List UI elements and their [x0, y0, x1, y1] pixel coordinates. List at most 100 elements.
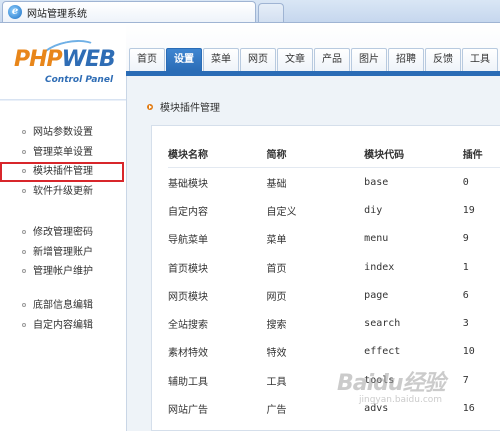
circle-bullet-icon [22, 322, 26, 327]
sidebar-group: 网站参数设置 管理菜单设置 模块插件管理 软件升级更新 [0, 123, 126, 201]
table-cell: 全站搜索 [168, 320, 208, 332]
table-cell: 16 [462, 403, 475, 415]
logo-subtitle: Control Panel [45, 75, 114, 85]
table-cell: search [364, 318, 401, 330]
table-cell: 导航菜单 [168, 235, 208, 247]
nav-tabs: 首页 设置 菜单 网页 文章 产品 图片 招聘 反馈 工具 [129, 48, 499, 71]
sidebar-item-label: 管理帐户维护 [33, 266, 93, 277]
sidebar-divider [0, 99, 126, 101]
table-header-row: 模块名称 简称 模块代码 插件 [168, 140, 500, 168]
browser-tab-strip: e 网站管理系统 [0, 0, 500, 23]
nav-tab[interactable]: 招聘 [388, 48, 424, 71]
table-cell: 网站广告 [168, 405, 208, 417]
circle-bullet-icon [22, 169, 26, 173]
sidebar-group: 底部信息编辑自定内容编辑 [0, 296, 126, 335]
sidebar-item-label: 网站参数设置 [33, 127, 93, 138]
table-cell: tools [364, 374, 395, 386]
column-header: 模块名称 [168, 140, 267, 168]
circle-bullet-icon [22, 188, 26, 193]
table-cell: 搜索 [266, 320, 287, 332]
table-cell: 自定内容 [168, 206, 208, 218]
table-cell: index [364, 261, 395, 273]
sidebar-item-label: 新增管理账户 [33, 246, 93, 258]
table-cell: base [364, 176, 389, 188]
table-cell: 工具 [266, 376, 287, 388]
sidebar-item[interactable]: 修改管理密码 [0, 223, 126, 243]
arrow-bullet-icon [147, 104, 153, 110]
column-header: 简称 [266, 140, 365, 168]
table-cell: 0 [462, 176, 469, 188]
table-row: 自定内容 自定义 diy 19 [168, 196, 500, 224]
nav-tab[interactable]: 网页 [240, 48, 276, 71]
nav-tab[interactable]: 图片 [351, 48, 387, 71]
sidebar-item-label: 底部信息编辑 [33, 300, 93, 311]
sidebar-item[interactable]: 自定内容编辑 [0, 316, 126, 336]
sidebar-item[interactable]: 模块插件管理 [0, 162, 124, 182]
table-cell: 10 [462, 346, 475, 358]
table-row: 全站搜索 搜索 search 3 [168, 309, 500, 337]
table-cell: 首页模块 [168, 263, 208, 275]
sidebar-item-label: 软件升级更新 [33, 185, 93, 197]
table-cell: 首页 [266, 263, 287, 275]
table-cell: 1 [462, 261, 469, 273]
table-cell: advs [364, 403, 389, 415]
nav-tab[interactable]: 产品 [314, 48, 350, 71]
section-heading: 模块插件管理 [147, 99, 220, 114]
table-cell: 3 [462, 318, 469, 330]
sidebar-group: 修改管理密码 新增管理账户 管理帐户维护 [0, 223, 126, 282]
circle-bullet-icon [22, 149, 26, 154]
column-header: 插件 [462, 140, 500, 168]
table-row: 基础模块 基础 base 0 [168, 168, 500, 197]
table-row: 网站广告 广告 advs 16 [168, 394, 500, 422]
browser-tab-title: 网站管理系统 [27, 8, 87, 20]
sidebar-item[interactable]: 底部信息编辑 [0, 296, 126, 316]
sidebar-item-label: 模块插件管理 [33, 166, 93, 177]
nav-tab[interactable]: 文章 [277, 48, 313, 71]
table-cell: 素材特效 [168, 348, 208, 360]
table-cell: 辅助工具 [168, 376, 208, 388]
nav-tab[interactable]: 工具 [462, 48, 498, 71]
circle-bullet-icon [22, 230, 26, 234]
sidebar-item-label: 修改管理密码 [33, 227, 93, 238]
nav-tab[interactable]: 反馈 [425, 48, 461, 71]
nav-tab[interactable]: 菜单 [203, 48, 239, 71]
sidebar-item[interactable]: 管理菜单设置 [0, 143, 126, 163]
circle-bullet-icon [22, 249, 26, 254]
top-nav: 首页 设置 菜单 网页 文章 产品 图片 招聘 反馈 工具 [126, 23, 500, 71]
sidebar-item[interactable]: 管理帐户维护 [0, 262, 126, 282]
table-cell: 网页模块 [168, 291, 208, 303]
table-cell: page [364, 289, 389, 301]
table-cell: 6 [462, 289, 469, 301]
table-cell: 基础模块 [168, 178, 208, 190]
circle-bullet-icon [22, 269, 26, 273]
left-panel: PHPWEB Control Panel 网站参数设置 管理菜单设置 模块插件管理软… [0, 23, 126, 431]
column-header: 模块代码 [364, 140, 463, 168]
table-row: 素材特效 特效 effect 10 [168, 338, 500, 366]
table-cell: 特效 [266, 348, 287, 360]
table-row: 首页模块 首页 index 1 [168, 253, 500, 281]
sidebar-item[interactable]: 网站参数设置 [0, 123, 126, 143]
section-title: 模块插件管理 [160, 103, 220, 114]
browser-tab[interactable]: e 网站管理系统 [2, 1, 256, 22]
module-table-card: 模块名称 简称 模块代码 插件 基础模块 基础 base 0 自定内容 自定义 diy 19 导航菜单… [151, 125, 500, 431]
sidebar-item[interactable]: 新增管理账户 [0, 243, 126, 263]
circle-bullet-icon [22, 130, 26, 134]
new-tab-button[interactable] [258, 3, 284, 22]
nav-tab[interactable]: 设置 [166, 48, 202, 71]
nav-tab[interactable]: 首页 [129, 48, 165, 71]
table-cell: diy [364, 204, 383, 216]
table-cell: 基础 [266, 178, 287, 190]
ie-icon: e [8, 5, 22, 19]
table-cell: 19 [462, 204, 475, 216]
table-cell: 自定义 [266, 206, 297, 218]
module-table: 模块名称 简称 模块代码 插件 基础模块 基础 base 0 自定内容 自定义 diy 19 导航菜单… [168, 140, 500, 423]
table-cell: effect [364, 346, 401, 358]
sidebar-item[interactable]: 软件升级更新 [0, 182, 126, 202]
sidebar-item-label: 管理菜单设置 [33, 146, 93, 158]
table-cell: 9 [462, 233, 469, 245]
table-cell: 7 [462, 374, 469, 386]
table-cell: 广告 [266, 405, 287, 417]
logo-text: PHPWEB [14, 47, 116, 72]
table-cell: 菜单 [266, 235, 287, 247]
table-row: 导航菜单 菜单 menu 9 [168, 225, 500, 253]
